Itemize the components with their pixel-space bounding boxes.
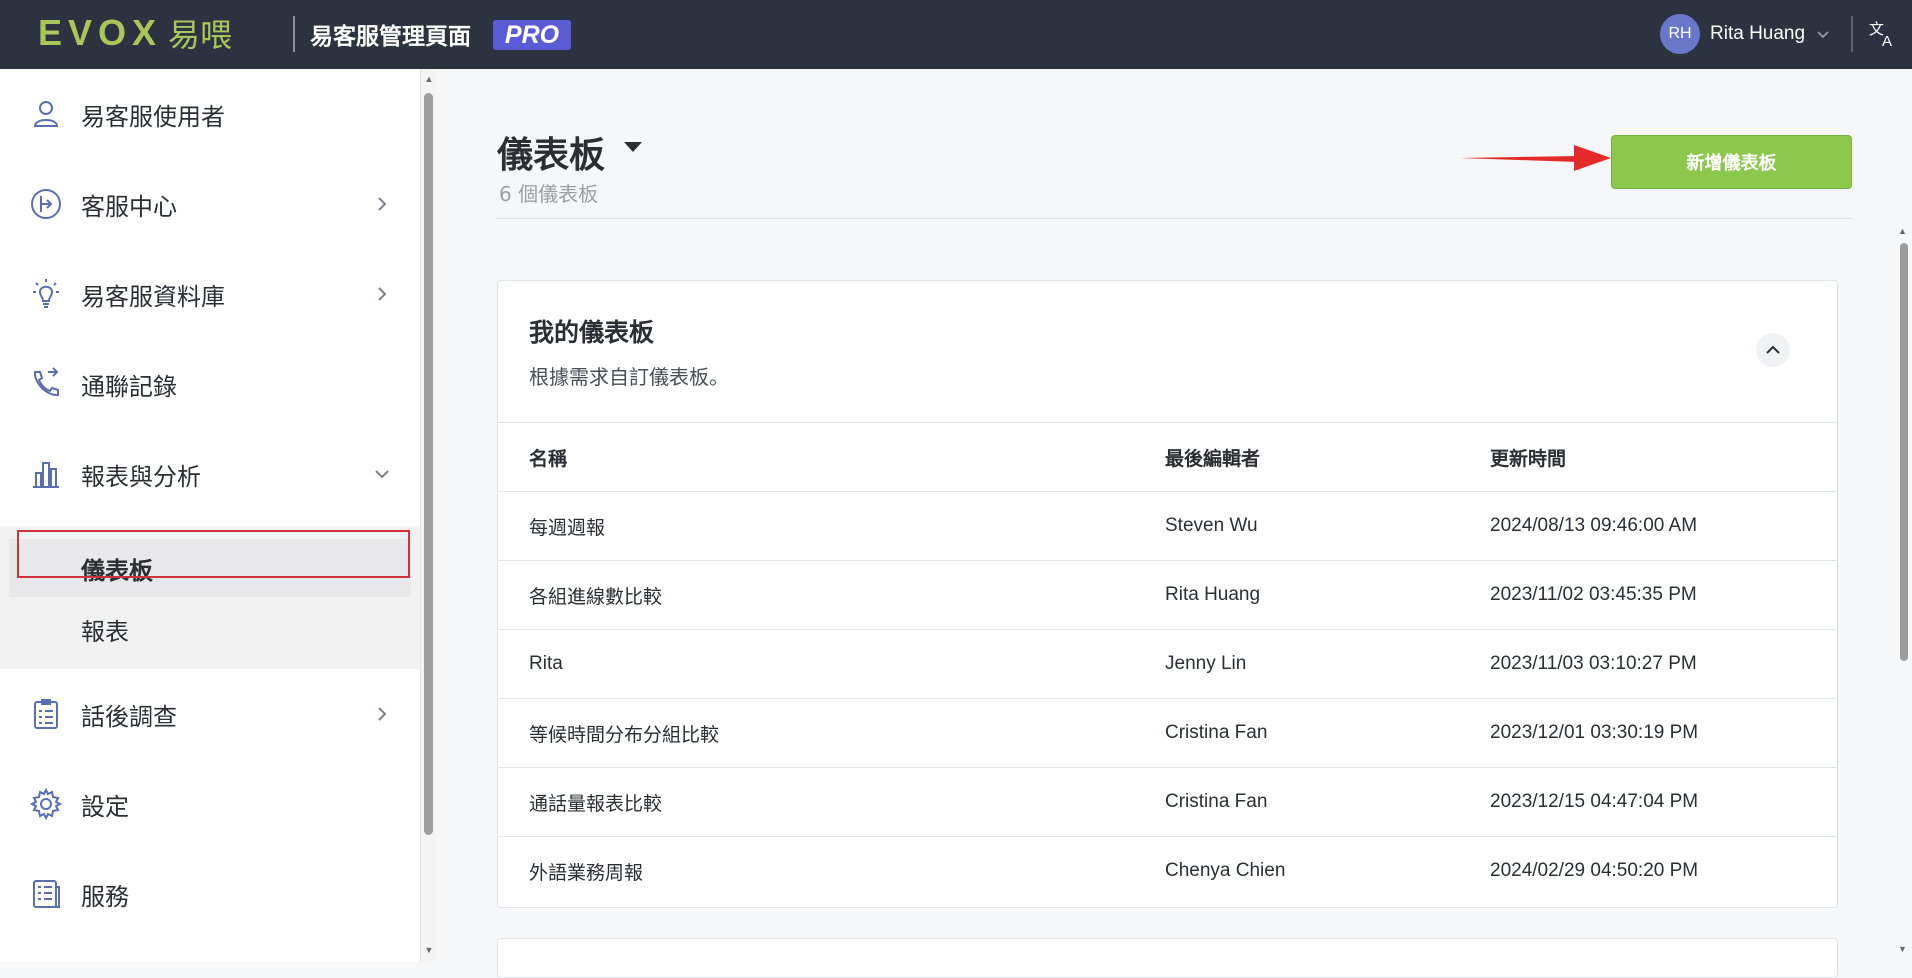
user-name: Rita Huang xyxy=(1710,23,1806,44)
dashboard-name[interactable]: 通話量報表比較 xyxy=(529,768,662,836)
sidebar-item-users[interactable]: 易客服使用者 xyxy=(0,69,420,159)
user-icon xyxy=(33,101,59,127)
sidebar-subitem-dashboard[interactable]: 儀表板 xyxy=(9,539,411,597)
sidebar-item-label: 報表與分析 xyxy=(81,462,201,491)
table-row[interactable]: 通話量報表比較 Cristina Fan 2023/12/15 04:47:04… xyxy=(498,767,1837,836)
updated-time: 2023/11/02 03:45:35 PM xyxy=(1490,584,1697,605)
collapse-button[interactable] xyxy=(1756,333,1790,367)
sidebar-item-reports-analytics[interactable]: 報表與分析 xyxy=(0,429,420,519)
pro-badge: PRO xyxy=(493,20,571,50)
last-editor: Jenny Lin xyxy=(1165,653,1247,674)
app-title: 易客服管理頁面 xyxy=(310,24,471,50)
svg-text:A: A xyxy=(1882,33,1892,48)
table-row[interactable]: 各組進線數比較 Rita Huang 2023/11/02 03:45:35 P… xyxy=(498,560,1837,629)
next-card xyxy=(497,938,1838,978)
survey-icon xyxy=(34,699,58,729)
sidebar-item-label: 易客服資料庫 xyxy=(81,282,225,311)
sidebar: 易客服使用者 客服中心 易客服資料庫 通聯記錄 報表與分析 儀表板 報表 話後調… xyxy=(0,69,420,962)
column-header[interactable]: 最後編輯者 xyxy=(1165,423,1260,491)
updated-time: 2024/02/29 04:50:20 PM xyxy=(1490,860,1699,881)
sidebar-item-label: 服務 xyxy=(81,882,129,911)
dashboard-name[interactable]: Rita xyxy=(529,630,563,698)
sidebar-item-label: 設定 xyxy=(81,792,129,821)
chevron-up-icon xyxy=(1766,345,1780,354)
table-row[interactable]: 每週週報 Steven Wu 2024/08/13 09:46:00 AM xyxy=(498,491,1837,560)
sidebar-item-call-log[interactable]: 通聯記錄 xyxy=(0,339,420,429)
dashboard-name[interactable]: 每週週報 xyxy=(529,492,605,560)
chevron-down-icon xyxy=(1817,31,1829,39)
scroll-down-icon[interactable]: ▼ xyxy=(421,944,437,956)
scroll-down-icon[interactable]: ▼ xyxy=(1898,944,1910,954)
dashboard-name[interactable]: 各組進線數比較 xyxy=(529,561,662,629)
caret-down-icon[interactable] xyxy=(622,140,644,154)
sidebar-subitem-label: 儀表板 xyxy=(81,556,153,585)
sidebar-item-service-center[interactable]: 客服中心 xyxy=(0,159,420,249)
last-editor: Cristina Fan xyxy=(1165,722,1268,743)
scroll-up-icon[interactable]: ▲ xyxy=(421,73,437,85)
sidebar-item-label: 客服中心 xyxy=(81,192,177,221)
reports-submenu: 儀表板 報表 xyxy=(0,526,420,669)
logo-cjk: 易喂 xyxy=(168,16,233,54)
table-header: 名稱 最後編輯者 更新時間 xyxy=(498,422,1837,491)
updated-time: 2024/08/13 09:46:00 AM xyxy=(1490,515,1698,536)
last-editor: Rita Huang xyxy=(1165,584,1261,605)
red-arrow-annotation xyxy=(1460,145,1611,171)
title-divider xyxy=(497,218,1852,219)
service-center-icon xyxy=(31,189,61,219)
sidebar-item-label: 話後調查 xyxy=(81,702,177,731)
dashboard-name[interactable]: 外語業務周報 xyxy=(529,837,643,905)
card-title: 我的儀表板 xyxy=(529,318,655,347)
main-scrollbar-thumb[interactable] xyxy=(1900,243,1908,661)
table-row[interactable]: 等候時間分布分組比較 Cristina Fan 2023/12/01 03:30… xyxy=(498,698,1837,767)
sidebar-subitem-reports[interactable]: 報表 xyxy=(9,600,411,658)
table-row[interactable]: Rita Jenny Lin 2023/11/03 03:10:27 PM xyxy=(498,629,1837,698)
chevron-right-icon xyxy=(378,707,387,721)
gear-icon xyxy=(29,787,63,821)
chevron-right-icon xyxy=(378,197,387,211)
chevron-down-icon xyxy=(375,470,389,479)
chevron-right-icon xyxy=(378,287,387,301)
service-doc-icon xyxy=(33,880,60,908)
sidebar-scrollbar-thumb[interactable] xyxy=(424,93,433,835)
dashboard-count: 6 個儀表板 xyxy=(499,182,599,206)
last-editor: Cristina Fan xyxy=(1165,791,1268,812)
sidebar-item-label: 通聯記錄 xyxy=(81,372,177,401)
lightbulb-icon xyxy=(33,279,59,308)
logo-text: EVOX xyxy=(38,12,163,53)
page-title: 儀表板 xyxy=(497,135,606,176)
sidebar-subitem-label: 報表 xyxy=(81,617,129,646)
bar-chart-icon xyxy=(33,462,59,488)
translate-icon[interactable]: 文 A xyxy=(1868,18,1898,48)
evox-logo[interactable]: EVOX 易喂 xyxy=(38,12,233,54)
table-row[interactable]: 外語業務周報 Chenya Chien 2024/02/29 04:50:20 … xyxy=(498,836,1837,905)
last-editor: Chenya Chien xyxy=(1165,860,1286,881)
add-dashboard-button[interactable]: 新增儀表板 xyxy=(1611,135,1852,189)
my-dashboards-card: 我的儀表板 根據需求自訂儀表板。 名稱 最後編輯者 更新時間 每週週報 Stev… xyxy=(497,280,1838,908)
updated-time: 2023/12/15 04:47:04 PM xyxy=(1490,791,1699,812)
sidebar-item-survey[interactable]: 話後調查 xyxy=(0,669,420,759)
card-description: 根據需求自訂儀表板。 xyxy=(529,365,729,389)
sidebar-item-label: 易客服使用者 xyxy=(81,102,225,131)
sidebar-item-settings[interactable]: 設定 xyxy=(0,759,420,849)
updated-time: 2023/12/01 03:30:19 PM xyxy=(1490,722,1699,743)
updated-time: 2023/11/03 03:10:27 PM xyxy=(1490,653,1697,674)
dashboard-table: 名稱 最後編輯者 更新時間 每週週報 Steven Wu 2024/08/13 … xyxy=(498,422,1837,905)
header-divider xyxy=(293,16,295,52)
dashboard-name[interactable]: 等候時間分布分組比較 xyxy=(529,699,719,767)
scroll-up-icon[interactable]: ▲ xyxy=(1898,226,1910,236)
header-divider-right xyxy=(1851,16,1853,52)
last-editor: Steven Wu xyxy=(1165,515,1258,536)
column-header[interactable]: 名稱 xyxy=(529,423,567,491)
column-header[interactable]: 更新時間 xyxy=(1490,423,1566,491)
sidebar-item-services[interactable]: 服務 xyxy=(0,849,420,939)
phone-log-icon xyxy=(33,367,59,397)
top-bar: EVOX 易喂 易客服管理頁面 PRO RH Rita Huang 文 A xyxy=(0,0,1912,69)
user-menu[interactable]: RH Rita Huang xyxy=(1660,14,1831,54)
avatar: RH xyxy=(1660,14,1700,54)
sidebar-item-knowledge-base[interactable]: 易客服資料庫 xyxy=(0,249,420,339)
